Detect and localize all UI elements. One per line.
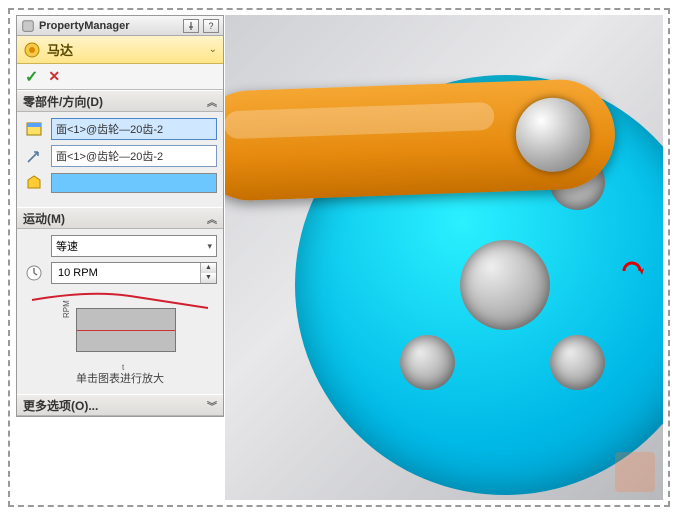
direction-field[interactable]: 面<1>@齿轮—20齿-2 (51, 145, 217, 167)
gear-center-hole (460, 240, 550, 330)
collapse-icon: ︽ (207, 94, 217, 109)
speed-value: 10 RPM (52, 267, 200, 279)
spinner-arrows[interactable]: ▲▼ (200, 263, 216, 283)
motion-graph[interactable]: RPM t (50, 290, 190, 368)
section-body-motion: 等速 ▾ 10 RPM ▲▼ RPM t 单击图表进行放大 (17, 229, 223, 394)
section-header-more-options[interactable]: 更多选项(O)... ︾ (17, 394, 223, 416)
face-select-icon[interactable] (23, 118, 45, 140)
section-title: 运动(M) (23, 210, 65, 227)
chevron-down-icon: ▾ (207, 241, 212, 252)
graph-ylabel: RPM (62, 300, 71, 318)
viewport-3d[interactable] (225, 15, 663, 500)
direction-select-icon[interactable] (23, 145, 45, 167)
feature-name-bar[interactable]: 马达 ⌄ (17, 36, 223, 64)
face-field[interactable]: 面<1>@齿轮—20齿-2 (51, 118, 217, 140)
feature-name: 马达 (47, 40, 73, 59)
section-title: 更多选项(O)... (23, 397, 98, 414)
rotation-marker-icon (620, 255, 644, 283)
motor-icon (23, 41, 41, 59)
combo-value: 等速 (56, 238, 78, 254)
lever-arm-model (225, 78, 617, 203)
ok-button[interactable]: ✓ (25, 67, 38, 87)
pivot-pin (515, 97, 592, 174)
clock-icon (23, 262, 45, 284)
collapse-icon: ︽ (207, 211, 217, 226)
expand-icon: ︾ (207, 398, 217, 413)
graph-hint: 单击图表进行放大 (23, 370, 217, 386)
panel-title: PropertyManager (39, 20, 179, 32)
color-swatch[interactable] (51, 173, 217, 193)
gear-hole (400, 335, 455, 390)
section-title: 零部件/方向(D) (23, 93, 103, 110)
motion-type-combo[interactable]: 等速 ▾ (51, 235, 217, 257)
graph-plot-box (76, 308, 176, 352)
section-body-component: 面<1>@齿轮—20齿-2 面<1>@齿轮—20齿-2 (17, 112, 223, 207)
section-header-component[interactable]: 零部件/方向(D) ︽ (17, 90, 223, 112)
help-button[interactable]: ? (203, 19, 219, 33)
section-header-motion[interactable]: 运动(M) ︽ (17, 207, 223, 229)
panel-titlebar: PropertyManager ? (17, 16, 223, 36)
property-manager-panel: PropertyManager ? 马达 ⌄ ✓ ✕ 零部件/方向(D) ︽ 面… (16, 15, 224, 417)
confirm-bar: ✓ ✕ (17, 64, 223, 90)
pin-button[interactable] (183, 19, 199, 33)
color-icon[interactable] (23, 172, 45, 194)
cancel-button[interactable]: ✕ (48, 68, 60, 85)
watermark (615, 452, 655, 492)
panel-icon (21, 19, 35, 33)
chevron-icon: ⌄ (209, 44, 217, 55)
spacer (23, 235, 45, 257)
speed-spinner[interactable]: 10 RPM ▲▼ (51, 262, 217, 284)
gear-hole (550, 335, 605, 390)
graph-xlabel: t (122, 363, 124, 372)
